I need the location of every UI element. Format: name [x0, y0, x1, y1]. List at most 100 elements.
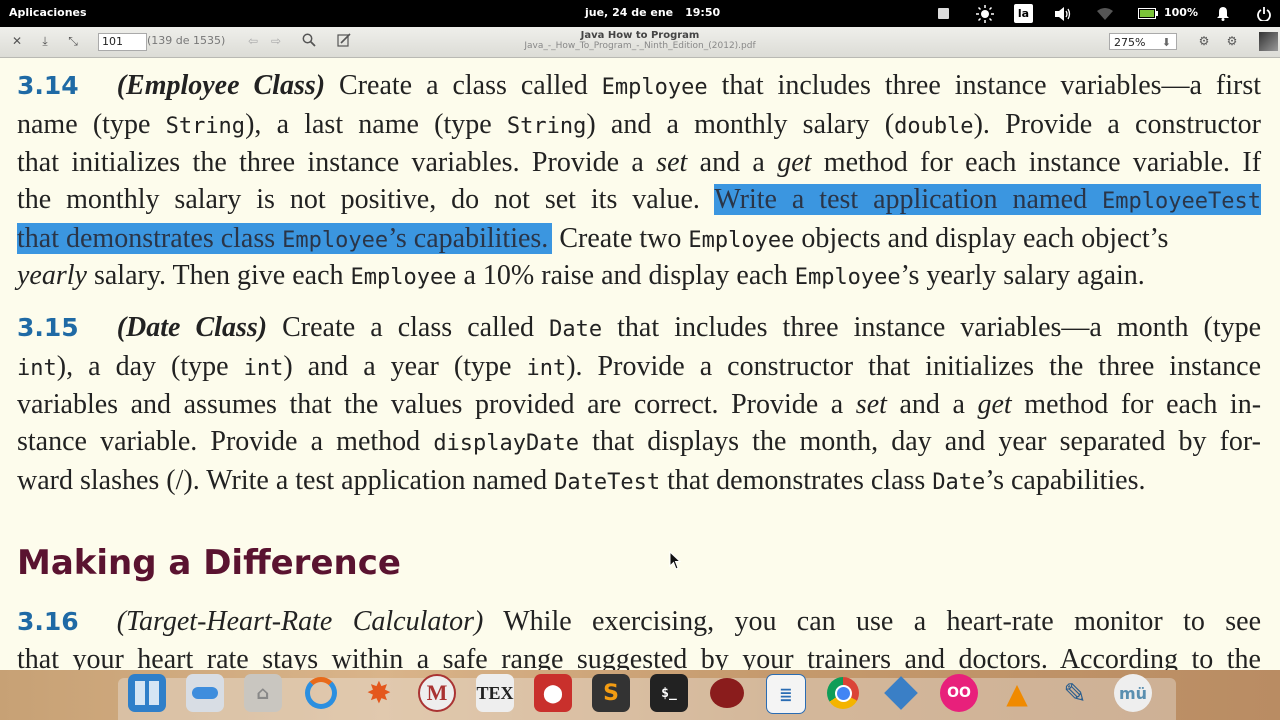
text-span: that includes three instance variables—a… — [617, 312, 1262, 343]
next-page-icon[interactable]: ⇨ — [268, 33, 284, 49]
text-span: that demonstrates class — [667, 465, 926, 496]
code-span: int — [17, 356, 57, 381]
code-span: int — [243, 356, 284, 381]
document-viewer-icon[interactable]: ≣ — [766, 674, 806, 714]
search-icon[interactable] — [301, 33, 317, 49]
flickr-icon[interactable]: OO — [940, 674, 978, 712]
applications-menu[interactable]: Aplicaciones — [9, 6, 87, 19]
text-span: ). Provide a constructor — [973, 109, 1261, 140]
text-span: the monthly salary is not positive, do n… — [17, 184, 700, 215]
workspaces-icon[interactable] — [128, 674, 166, 712]
clock[interactable]: jue, 24 de ene 19:50 — [585, 6, 732, 19]
selection-highlight[interactable]: that demonstrates class Employee’s capab… — [17, 223, 553, 254]
text-span: ), a last name (type — [245, 109, 492, 140]
text-line: that initializes the three instance vari… — [17, 146, 1261, 180]
settings-gear-icon[interactable]: ⚙ — [1224, 33, 1240, 49]
code-span: Date — [932, 470, 986, 495]
text-line: variables and assumes that the values pr… — [17, 388, 1261, 422]
text-line: int), a day (type int) and a year (type … — [17, 350, 1261, 386]
prev-page-icon[interactable]: ⇦ — [245, 33, 261, 49]
text-line: that demonstrates class Employee’s capab… — [17, 222, 1168, 258]
text-span: While exercising, you can use a heart-ra… — [503, 606, 1261, 637]
power-icon[interactable] — [1255, 4, 1273, 23]
text-span: Create a class called — [339, 70, 588, 101]
notifications-icon[interactable] — [1214, 4, 1232, 23]
text-span: and a — [699, 147, 765, 178]
code-span: double — [894, 114, 974, 139]
refresh-icon[interactable] — [302, 674, 340, 712]
pen-icon[interactable]: ✎ — [1056, 674, 1094, 712]
document-page: 3.14 (Employee Class) Create a class call… — [0, 58, 1280, 670]
text-span: that includes three instance variables—a… — [721, 70, 1262, 101]
application-dock: ⌂ ✸ M TEX ⬤ S $_ ≣ OO ▲ ✎ mü — [0, 670, 1280, 720]
code-span: String — [165, 114, 246, 139]
battery-icon[interactable] — [1137, 4, 1159, 23]
code-span: EmployeeTest — [1102, 189, 1261, 214]
fullscreen-icon[interactable]: ⤡ — [65, 33, 81, 49]
tex-icon[interactable]: TEX — [476, 674, 514, 712]
text-span: ’s capabilities. — [985, 465, 1146, 496]
thumbnail-icon[interactable] — [1259, 32, 1278, 51]
chrome-icon[interactable] — [824, 674, 862, 712]
download-icon[interactable]: ⤓ — [37, 33, 53, 49]
exercise-title: (Employee Class) — [116, 70, 326, 101]
vlc-icon[interactable]: ▲ — [998, 674, 1036, 712]
exercise-number: 3.15 — [17, 313, 79, 342]
text-span: that initializes the three instance vari… — [17, 147, 644, 178]
text-span: Write a test application named — [714, 184, 1088, 215]
code-span: DateTest — [554, 470, 661, 495]
mendeley-icon[interactable]: M — [418, 674, 456, 712]
text-span: ward slashes (/). Write a test applicati… — [17, 465, 548, 496]
text-span: yearly — [17, 260, 87, 291]
code-span: displayDate — [433, 431, 580, 456]
text-span: that displays the month, day and year se… — [592, 426, 1262, 457]
screen-icon[interactable] — [934, 4, 952, 23]
exercise-title: (Target-Heart-Rate Calculator) — [116, 606, 484, 637]
mu-icon[interactable]: mü — [1114, 674, 1152, 712]
text-line: name (type String), a last name (type St… — [17, 108, 1261, 144]
volume-icon[interactable] — [1052, 4, 1074, 23]
code-span: Employee — [350, 265, 457, 290]
burst-icon[interactable]: ✸ — [360, 674, 398, 712]
zoom-down-arrow-icon: ⬇ — [1161, 36, 1171, 49]
document-title-block: Java How to Program Java_-_How_To_Progra… — [440, 30, 840, 52]
text-line: that your heart rate stays within a safe… — [17, 643, 1261, 670]
close-icon[interactable]: ✕ — [9, 33, 25, 49]
text-line: 3.15 (Date Class) Create a class called D… — [17, 311, 1261, 347]
gear-icon[interactable]: ⚙ — [1196, 33, 1212, 49]
terminal-icon[interactable]: $_ — [650, 674, 688, 712]
section-heading: Making a Difference — [17, 543, 401, 583]
annotate-icon[interactable] — [336, 33, 352, 49]
box-icon[interactable] — [882, 674, 920, 712]
text-line: 3.14 (Employee Class) Create a class call… — [17, 69, 1261, 105]
text-span: ) and a monthly salary ( — [586, 109, 895, 140]
text-span: get — [777, 147, 812, 178]
sublime-icon[interactable]: S — [592, 674, 630, 712]
clock-date: jue, 24 de ene — [585, 6, 674, 19]
code-span: int — [526, 356, 567, 381]
viewer-toolbar: ✕ ⤓ ⤡ 101 (139 de 1535) ⇦ ⇨ Java How to … — [0, 27, 1280, 58]
document-filename: Java_-_How_To_Program_-_Ninth_Edition_(2… — [524, 41, 756, 51]
text-span: salary. Then give each — [93, 260, 344, 291]
zoom-select[interactable]: 275% ⬇ — [1109, 33, 1177, 50]
text-span: Create a class called — [282, 312, 535, 343]
clock-time: 19:50 — [685, 6, 721, 19]
selection-highlight[interactable]: Write a test application named EmployeeT… — [714, 184, 1261, 215]
office-icon[interactable]: ⬤ — [534, 674, 572, 712]
text-span: method for each in- — [1024, 389, 1262, 420]
wifi-icon[interactable] — [1095, 4, 1115, 23]
brightness-icon[interactable] — [974, 4, 996, 23]
battery-percent: 100% — [1164, 6, 1198, 19]
text-span: set — [656, 147, 688, 178]
text-span: and a — [899, 389, 965, 420]
page-number-input[interactable]: 101 — [98, 33, 147, 51]
chameleon-icon[interactable] — [708, 674, 746, 712]
zoom-value: 275% — [1114, 36, 1146, 49]
keyboard-layout-indicator[interactable]: la — [1014, 4, 1033, 23]
text-line: stance variable. Provide a method displa… — [17, 425, 1261, 461]
home-folder-icon[interactable]: ⌂ — [244, 674, 282, 712]
text-span: get — [977, 389, 1012, 420]
toggle-icon[interactable] — [186, 674, 224, 712]
text-span: stance variable. Provide a method — [17, 426, 421, 457]
text-span: ). Provide a constructor that initialize… — [566, 351, 1262, 382]
